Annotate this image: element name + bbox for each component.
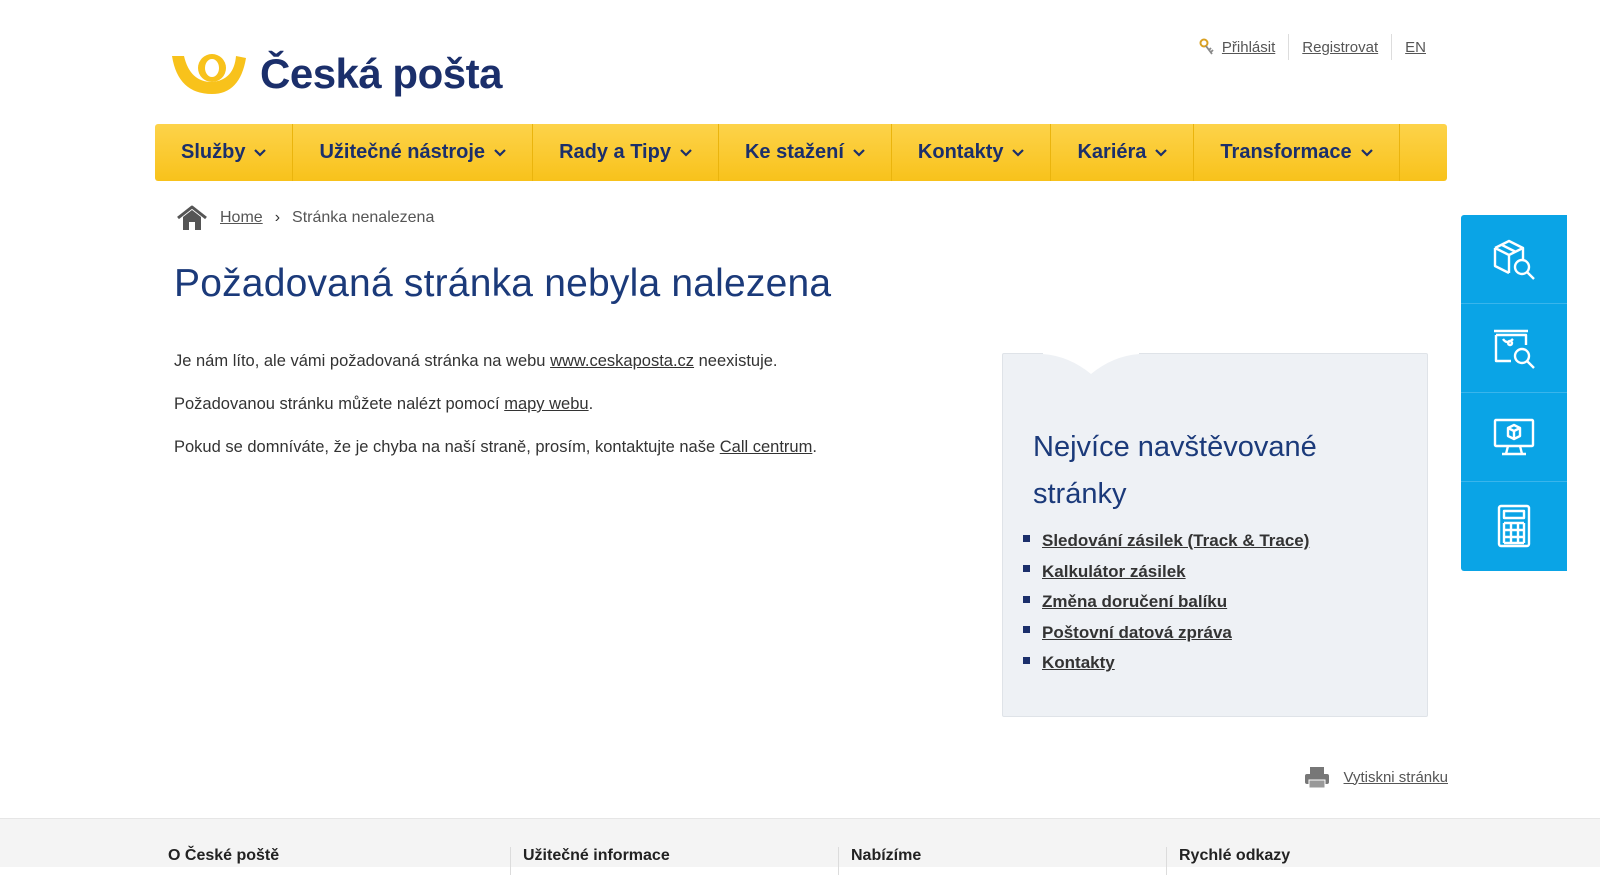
home-icon[interactable] [176,205,208,231]
most-visited-list: Sledování zásilek (Track & Trace) Kalkul… [1023,526,1309,679]
link-track-trace[interactable]: Sledování zásilek (Track & Trace) [1042,531,1309,551]
chevron-down-icon [680,148,692,157]
most-visited-box: Nejvíce navštěvované stránky Sledování z… [1002,352,1428,717]
logo[interactable]: Česká pošta [168,50,502,98]
footer-heading-quick-links: Rychlé odkazy [1166,847,1290,875]
chevron-down-icon [254,148,267,157]
online-service-button[interactable] [1461,393,1567,482]
paragraph-sitemap: Požadovanou stránku můžete nalézt pomocí… [174,395,874,414]
list-item: Kalkulátor zásilek [1023,557,1309,588]
breadcrumb-separator: › [274,209,281,226]
nav-item-transformace[interactable]: Transformace [1194,124,1400,181]
box-notch-decoration [1043,352,1139,374]
brand-name: Česká pošta [260,50,502,97]
website-link[interactable]: www.ceskaposta.cz [550,352,694,370]
nav-item-label: Služby [181,141,246,163]
key-icon [1199,38,1214,55]
main-content: Je nám líto, ale vámi požadovaná stránka… [174,352,874,481]
text: Je nám líto, ale vámi požadovaná stránka… [174,352,551,370]
bullet [1023,626,1030,634]
text: neexistuje. [694,352,778,370]
package-search-button[interactable] [1461,215,1567,304]
nav-item-label: Kontakty [917,141,1004,163]
quick-tools-panel [1461,215,1567,571]
chevron-down-icon [494,148,506,157]
list-item: Sledování zásilek (Track & Trace) [1023,526,1309,557]
print-link[interactable]: Vytiskni stránku [1344,769,1448,786]
call-centre-link[interactable]: Call centrum [720,438,813,456]
text: . [812,438,817,456]
register-item: Registrovat [1288,34,1391,60]
nav-item-label: Ke stažení [744,141,844,163]
page-title: Požadovaná stránka nebyla nalezena [174,262,832,305]
footer-heading-useful-info: Užitečné informace [510,847,670,875]
print-page: Vytiskni stránku [1304,765,1448,789]
footer-heading-offers: Nabízíme [838,847,921,875]
nav-item-kontakty[interactable]: Kontakty [892,124,1052,181]
nav-item-kariera[interactable]: Kariéra [1051,124,1195,181]
link-delivery-change[interactable]: Změna doručení balíku [1042,592,1227,612]
list-item: Poštovní datová zpráva [1023,618,1309,649]
bullet [1023,565,1030,573]
register-link[interactable]: Registrovat [1302,39,1378,56]
bullet [1023,534,1030,542]
calculator-icon [1497,504,1531,548]
nav-item-label: Rady a Tipy [559,141,671,163]
link-calculator[interactable]: Kalkulátor zásilek [1042,562,1186,582]
breadcrumb: Home › Stránka nenalezena [176,205,434,231]
text: . [588,395,594,413]
package-search-icon [1493,239,1535,280]
main-nav: Služby Užitečné nástroje Rady a Tipy Ke … [155,124,1447,181]
list-item: Kontakty [1023,648,1309,679]
calculator-button[interactable] [1461,482,1567,570]
text: Požadovanou stránku můžete nalézt pomocí [174,395,505,413]
chevron-down-icon [1360,148,1373,157]
printer-icon[interactable] [1304,765,1330,789]
breadcrumb-home-link[interactable]: Home [220,209,263,227]
list-item: Změna doručení balíku [1023,587,1309,618]
bullet [1023,656,1030,664]
post-horn-logo-icon [172,54,246,94]
online-service-icon [1493,418,1535,456]
nav-item-label: Transformace [1220,141,1352,163]
chevron-down-icon [1155,148,1168,157]
login-link[interactable]: Přihlásit [1222,39,1275,56]
nav-item-uzitecne-nastroje[interactable]: Užitečné nástroje [293,124,534,181]
footer: O České poště Užitečné informace Nabízím… [0,818,1600,875]
language-switch[interactable]: EN [1405,39,1426,56]
most-visited-title: Nejvíce navštěvované stránky [1033,431,1317,510]
top-links: Přihlásit Registrovat EN [1185,34,1426,60]
bullet [1023,595,1030,603]
link-contacts[interactable]: Kontakty [1042,653,1115,673]
link-data-message[interactable]: Poštovní datová zpráva [1042,623,1232,643]
footer-heading-about: O České poště [168,847,280,864]
text: Pokud se domníváte, že je chyba na naší … [174,438,720,456]
nav-item-label: Užitečné nástroje [319,141,486,163]
language-item: EN [1391,34,1426,60]
breadcrumb-current: Stránka nenalezena [292,209,435,226]
login-item: Přihlásit [1185,34,1288,60]
paragraph-not-exist: Je nám líto, ale vámi požadovaná stránka… [174,352,874,371]
paragraph-call-centre: Pokud se domníváte, že je chyba na naší … [174,438,874,457]
chevron-down-icon [1012,148,1025,157]
nav-item-ke-stazeni[interactable]: Ke stažení [719,124,892,181]
sitemap-link[interactable]: mapy webu [504,395,588,413]
chevron-down-icon [853,148,865,157]
branch-search-icon [1494,329,1535,369]
nav-item-label: Kariéra [1077,141,1147,163]
nav-item-rady-a-tipy[interactable]: Rady a Tipy [533,124,719,181]
branch-search-button[interactable] [1461,304,1567,393]
nav-item-sluzby[interactable]: Služby [155,124,294,181]
